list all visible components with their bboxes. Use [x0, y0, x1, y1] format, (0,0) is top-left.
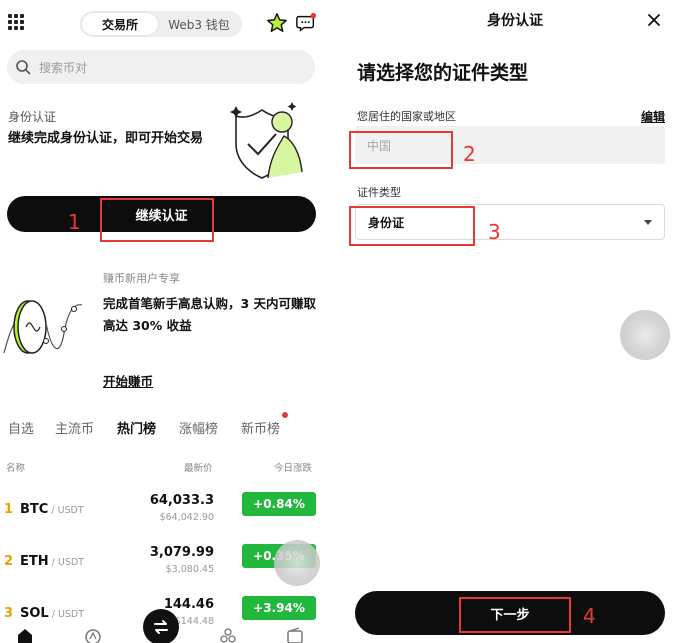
close-icon[interactable] [646, 12, 662, 28]
home-panel: 交易所 Web3 钱包 搜索币对 身份认证 继续完成身份认证，即可开始交易 继续… [0, 0, 343, 643]
id-verification-panel: 身份认证 请选择您的证件类型 您居住的国家或地区 编辑 中国 证件类型 身份证 … [343, 0, 687, 643]
search-bar[interactable]: 搜索币对 [7, 50, 315, 84]
row-change-badge[interactable]: +3.94% [242, 596, 316, 620]
row-price: 144.46 [163, 597, 214, 612]
column-change-header: 今日涨跌 [274, 463, 313, 474]
identity-shield-illustration [230, 102, 303, 179]
row-change-badge[interactable]: +0.84% [242, 492, 316, 516]
annotation-number-3: 3 [488, 220, 501, 244]
annotation-box-3 [349, 206, 475, 246]
markets-icon[interactable] [84, 627, 102, 643]
market-tabs: 自选 主流币 热门榜 涨幅榜 新币榜 [0, 412, 343, 442]
tab-exchange[interactable]: 交易所 [82, 13, 158, 35]
doc-type-heading: 请选择您的证件类型 [357, 62, 529, 84]
row-symbol: ETH / USDT [20, 554, 84, 569]
earn-coin-illustration [3, 300, 83, 354]
tab-web3-wallet[interactable]: Web3 钱包 [158, 13, 240, 35]
touch-indicator [274, 540, 320, 586]
annotation-number-4: 4 [583, 604, 596, 628]
start-earn-link[interactable]: 开始赚币 [103, 371, 153, 390]
verify-description: 继续完成身份认证，即可开始交易 [8, 131, 204, 146]
annotation-box-4 [459, 597, 571, 633]
annotation-number-1: 1 [68, 210, 81, 234]
trade-swap-button[interactable] [143, 609, 179, 643]
home-icon[interactable] [16, 627, 34, 643]
row-price-fiat: $3,080.45 [165, 564, 214, 575]
annotation-box-1 [100, 198, 214, 242]
tab-hot-list[interactable]: 热门榜 [117, 418, 156, 437]
tab-major-coins[interactable]: 主流币 [55, 418, 94, 437]
chat-icon[interactable] [295, 12, 317, 34]
country-label: 您居住的国家或地区 [357, 110, 456, 123]
table-row[interactable]: 1 BTC / USDT 64,033.3 $64,042.90 +0.84% [0, 490, 343, 534]
tab-new-coins[interactable]: 新币榜 [241, 412, 289, 437]
annotation-box-2 [349, 131, 453, 169]
row-symbol: BTC / USDT [20, 502, 84, 517]
row-rank: 3 [4, 606, 14, 621]
grid-menu-icon[interactable] [8, 14, 24, 30]
screen: 交易所 Web3 钱包 搜索币对 身份认证 继续完成身份认证，即可开始交易 继续… [0, 0, 687, 643]
exchange-wallet-switch: 交易所 Web3 钱包 [80, 11, 242, 37]
annotation-number-2: 2 [463, 142, 476, 166]
tab-favorites[interactable]: 自选 [8, 418, 34, 437]
edit-country-link[interactable]: 编辑 [641, 108, 665, 125]
row-rank: 1 [4, 502, 14, 517]
verify-section-label: 身份认证 [8, 110, 57, 124]
new-badge-dot [282, 412, 289, 418]
search-icon [16, 60, 31, 75]
earn-promo-tag: 赚币新用户专享 [103, 272, 180, 285]
doc-type-label: 证件类型 [357, 186, 401, 199]
assets-wallet-icon[interactable] [286, 627, 304, 643]
row-rank: 2 [4, 554, 14, 569]
tab-new-coins-label: 新币榜 [241, 422, 281, 437]
swap-icon [154, 620, 168, 634]
tab-gainers[interactable]: 涨幅榜 [179, 418, 218, 437]
row-symbol: SOL / USDT [20, 606, 85, 621]
row-price: 3,079.99 [149, 545, 214, 560]
star-icon[interactable] [266, 12, 288, 34]
page-title: 身份认证 [487, 13, 543, 29]
row-price: 64,033.3 [149, 493, 214, 508]
search-placeholder: 搜索币对 [39, 60, 88, 75]
row-price-fiat: $64,042.90 [159, 512, 214, 523]
caret-down-icon [644, 220, 652, 225]
earn-promo-text: 完成首笔新手高息认购，3 天内可赚取高达 30% 收益 [103, 296, 317, 333]
discover-icon[interactable] [219, 627, 237, 643]
column-name-header: 名称 [6, 463, 26, 474]
column-price-header: 最新价 [184, 463, 213, 474]
touch-indicator [620, 310, 670, 360]
